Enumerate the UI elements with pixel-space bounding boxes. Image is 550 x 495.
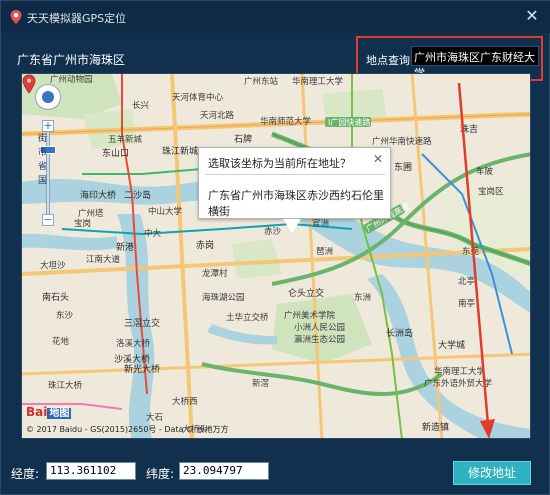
map-label-dashi: 大石	[146, 412, 163, 423]
popup-title[interactable]: 选取该坐标为当前所在地址？	[208, 155, 351, 171]
popup-pointer	[283, 219, 301, 233]
map-label-nanshitou: 南石头	[42, 291, 69, 303]
map-label-dongzhou: 东洲	[354, 292, 371, 303]
map-label-tuhua: 土华立交桥	[226, 312, 269, 323]
longitude-field[interactable]: 113.361102	[46, 462, 136, 480]
map-label-xiaozhou-park: 小洲人民公园	[294, 322, 345, 333]
modify-address-button[interactable]: 修改地址	[453, 461, 531, 485]
map-label-scut-south: 华南理工大学	[434, 366, 486, 377]
zoom-level-street[interactable]: 街	[38, 132, 47, 146]
map-label-luntou: 仑头立交	[288, 287, 324, 299]
map-label-daqiaoxi: 大桥西	[172, 396, 198, 407]
latitude-label: 纬度:	[146, 467, 175, 481]
popup-address: 广东省广州市海珠区赤沙西约石伦里横街	[208, 189, 384, 218]
zoom-level-country[interactable]: 国	[38, 174, 47, 188]
map-label-shaxi-bridge: 沙溪大桥	[114, 353, 150, 365]
map-label-changxing: 长兴	[132, 100, 150, 111]
coordinate-bar: 经度: 113.361102 纬度: 23.094797 修改地址	[1, 456, 550, 495]
map-label-shipai: 石牌	[234, 133, 252, 145]
map-label-pazhou: 琶洲	[316, 247, 333, 257]
latitude-field[interactable]: 23.094797	[179, 462, 269, 480]
zoom-out-button[interactable]: −	[42, 214, 54, 226]
map-label-jiangnan-avenue: 江南大道	[86, 254, 121, 265]
map-label-haizhu-lake: 海珠湖公园	[202, 292, 245, 303]
map-label-dongshankou: 东山口	[102, 147, 129, 159]
map-label-chisha: 赤沙	[264, 227, 282, 237]
map-label-chigang: 赤岗	[196, 240, 214, 251]
location-pin-icon	[10, 10, 22, 24]
map-label-beiting: 北亭	[458, 276, 475, 287]
map-label-huadi: 花地	[52, 336, 70, 347]
location-popup: 选取该坐标为当前所在地址？ ✕ 广东省广州市海珠区赤沙西约石伦里横街	[198, 147, 391, 233]
map-label-tianhe-north: 天河北路	[200, 110, 235, 121]
title-bar: 天天模拟器GPS定位 ✕	[1, 1, 550, 33]
map-label-datansha: 大坦沙	[40, 260, 66, 271]
popup-divider	[205, 174, 385, 175]
map-label-baogang: 宝岗	[74, 218, 91, 229]
map-label-sanjiao: 三滘立交	[124, 317, 160, 329]
map-label-changzhou-island: 长洲岛	[386, 327, 413, 339]
map-label-sysu-main: 中山大学	[148, 206, 183, 217]
map-label-xinjiao: 新滘	[252, 378, 269, 389]
search-input[interactable]: 广州市海珠区广东财经大学	[411, 46, 539, 80]
map-label-xinzao-town: 新造镇	[422, 421, 449, 433]
map-view[interactable]: I广园快速路 广州环城高速 广州动物园 广州东站 华南理工大学 天河北路 天河体…	[21, 73, 531, 439]
baidu-map-logo: Bai 地图	[26, 405, 72, 419]
window-title: 天天模拟器GPS定位	[27, 12, 127, 25]
map-label-road-guangyuan: I广园快速路	[328, 117, 370, 127]
location-marker-icon[interactable]	[22, 74, 36, 94]
map-label-east-station: 广州东站	[244, 76, 279, 87]
zoom-level-province[interactable]: 省	[38, 160, 47, 174]
close-icon[interactable]: ✕	[523, 7, 541, 25]
map-label-tianhe-sports: 天河体育中心	[172, 92, 224, 103]
map-label-yingzhou-park: 瀛洲生态公园	[294, 334, 345, 345]
current-region-label: 广东省广州市海珠区	[17, 53, 126, 67]
map-label-dongguan: 东莞	[462, 246, 480, 257]
pan-control[interactable]	[35, 84, 61, 110]
map-label-university-town: 大学城	[438, 339, 465, 351]
map-label-chebei: 车陂	[476, 166, 494, 177]
map-label-south-china-expressway: 广州华南快速路	[372, 136, 432, 147]
map-label-baogang-district: 宝岗区	[478, 186, 504, 197]
map-label-wuyang: 五羊新城	[108, 134, 143, 145]
map-label-longtan: 龙潭村	[202, 268, 228, 279]
zoom-level-labels: 街 市 省 国	[38, 132, 47, 188]
map-label-xingang: 新港	[116, 241, 134, 253]
map-label-ersha-island: 二沙岛	[124, 189, 151, 201]
compass-icon	[42, 91, 54, 103]
map-label-nanting: 南亭	[458, 298, 475, 309]
map-label-gdufs: 广东外语外贸大学	[424, 378, 493, 389]
popup-close-icon[interactable]: ✕	[373, 152, 383, 166]
map-label-zhujiang-new-city: 珠江新城	[162, 145, 198, 157]
map-label-xinguang-bridge: 新光大桥	[124, 363, 160, 375]
map-label-zoo: 广州动物园	[50, 74, 93, 85]
map-label-luoxi-bridge: 洛溪大桥	[116, 338, 151, 349]
map-label-dongpu: 东圃	[394, 161, 412, 173]
map-label-guanzhou: 官洲	[312, 218, 329, 229]
zoom-in-button[interactable]: +	[42, 120, 54, 132]
map-label-dongsha: 东沙	[56, 310, 74, 321]
gps-locator-window: 天天模拟器GPS定位 ✕ 广东省广州市海珠区 地点查询： 广州市海珠区广东财经大…	[0, 0, 550, 495]
map-canvas: I广园快速路 广州环城高速 广州动物园 广州东站 华南理工大学 天河北路 天河体…	[22, 74, 530, 438]
map-label-sysu: 中大	[144, 228, 162, 239]
map-label-scnu: 华南师范大学	[260, 116, 312, 127]
longitude-label: 经度:	[11, 467, 40, 481]
map-label-pearl-bridge: 珠江大桥	[48, 380, 83, 391]
map-label-haiyin-bridge: 海印大桥	[80, 189, 116, 201]
map-label-zhuji: 珠吉	[460, 123, 478, 135]
map-label-gafa: 广州美术学院	[284, 310, 336, 321]
map-copyright: © 2017 Baidu - GS(2015)2650号 - Data © 长地…	[26, 425, 229, 434]
map-label-canton-tower: 广州塔	[78, 208, 104, 219]
zoom-level-city[interactable]: 市	[38, 146, 47, 160]
map-label-scut: 华南理工大学	[292, 76, 344, 87]
